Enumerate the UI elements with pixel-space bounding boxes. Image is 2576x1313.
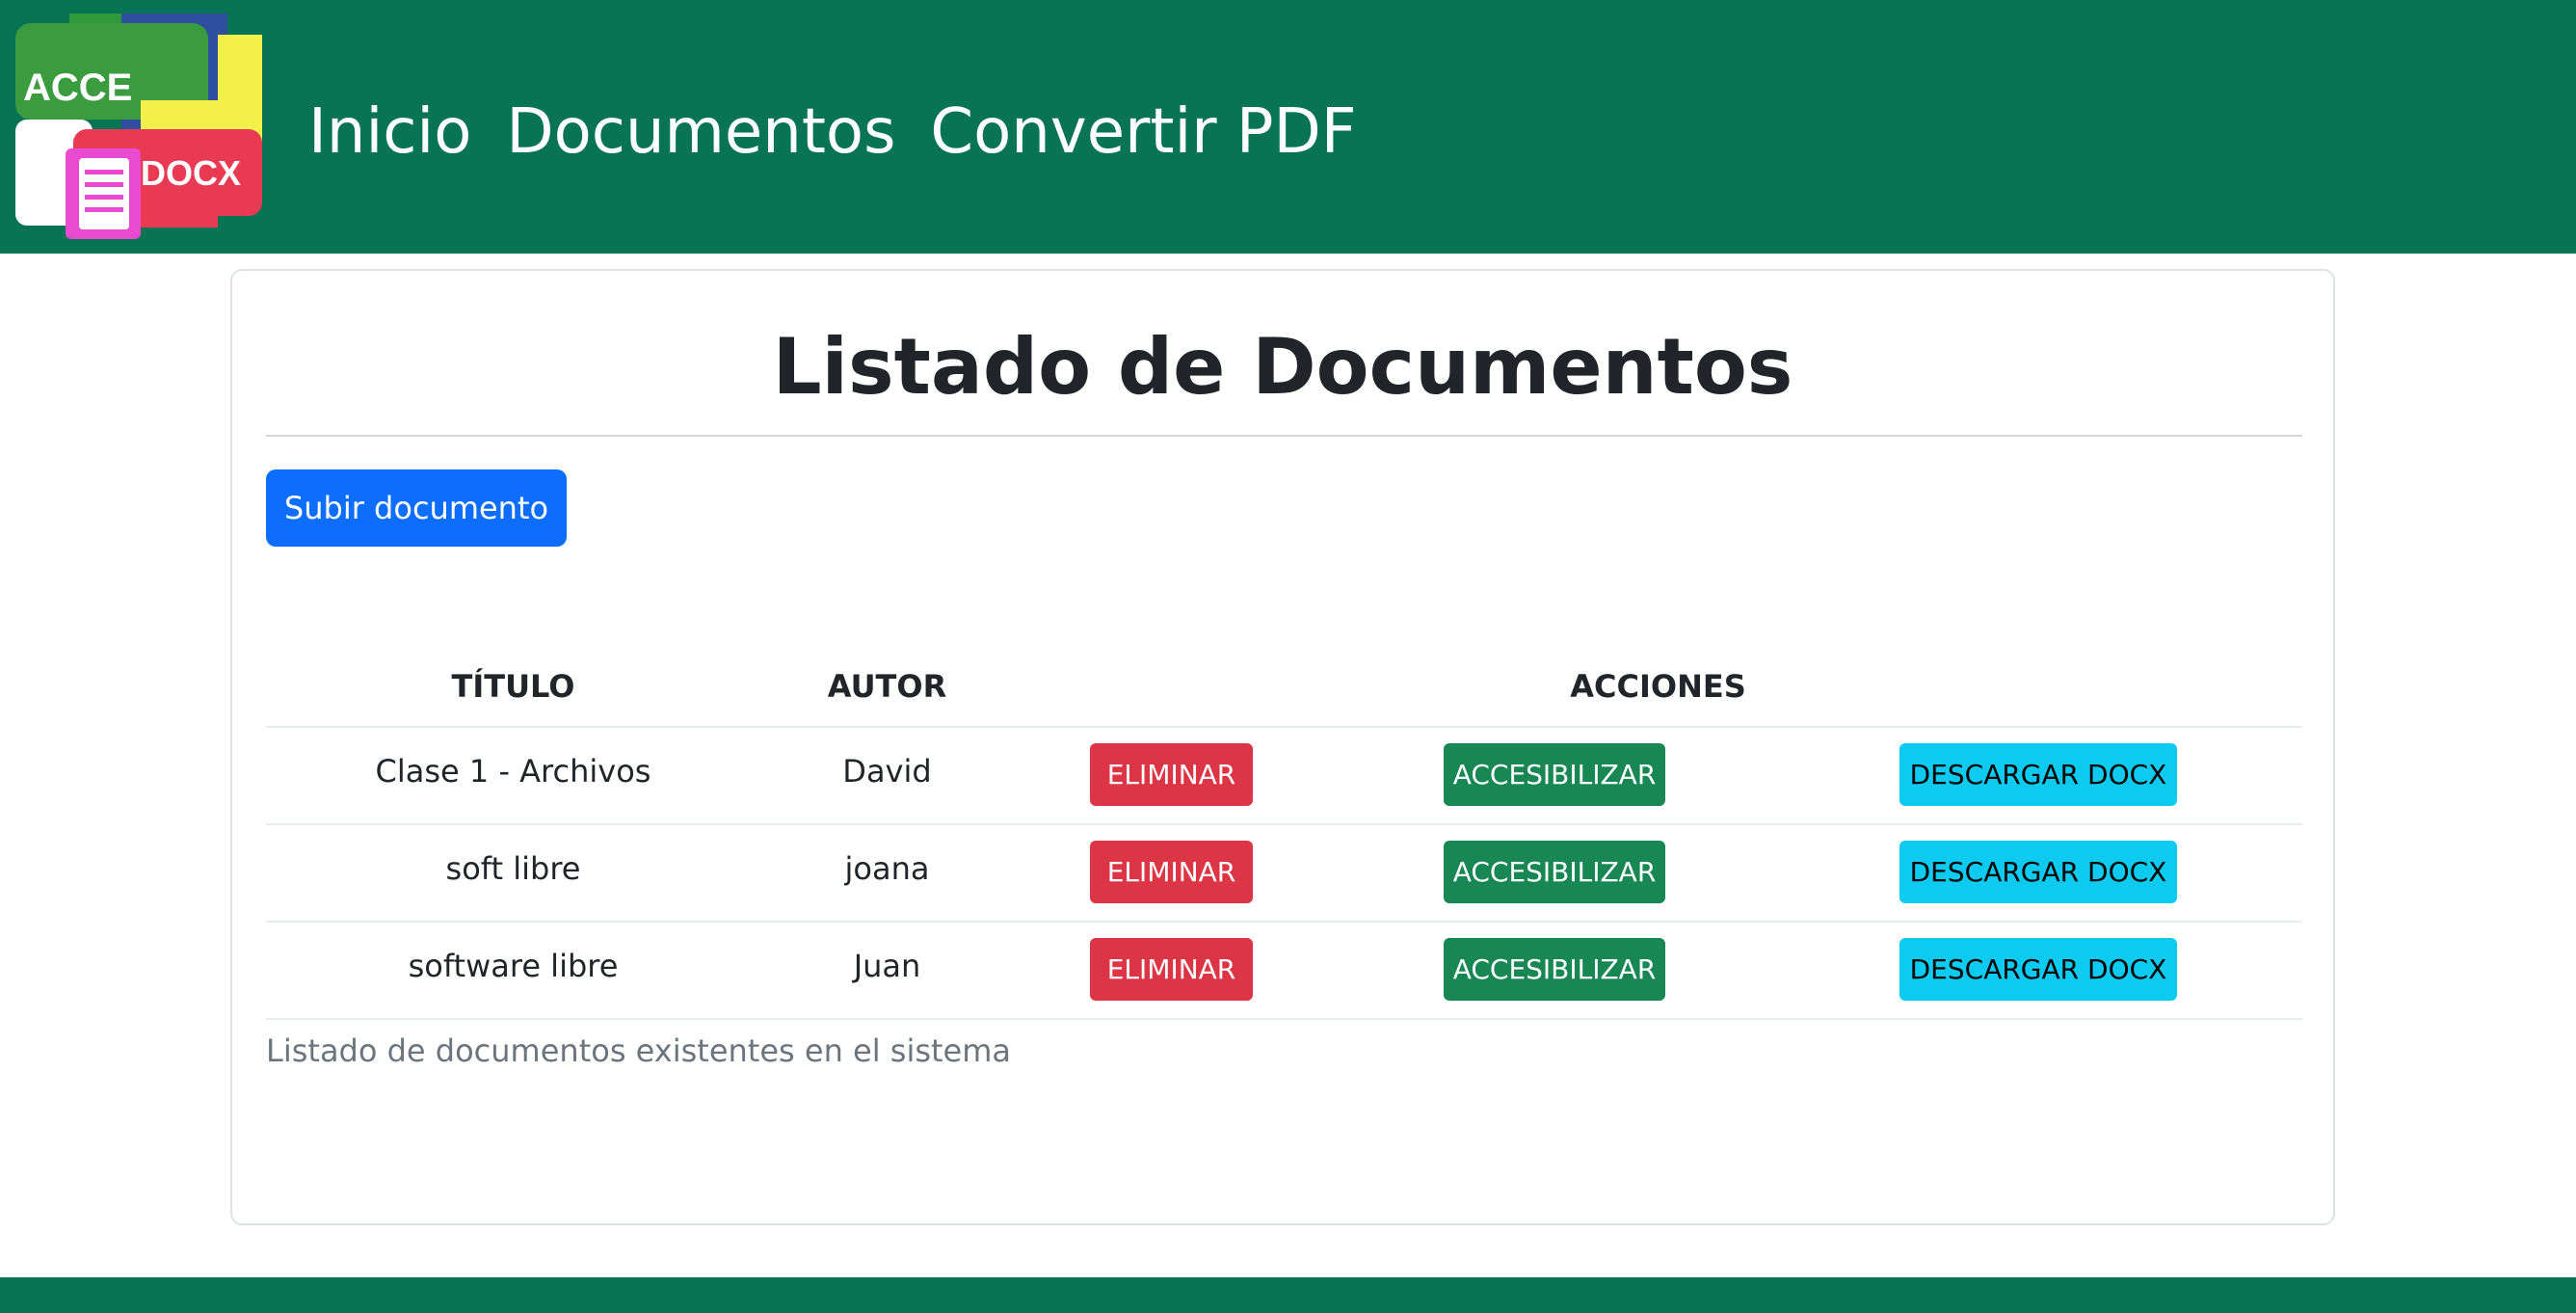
- upload-document-button[interactable]: Subir documento: [266, 469, 567, 547]
- cell-title: Clase 1 - Archivos: [375, 753, 651, 790]
- main-nav: Inicio Documentos Convertir PDF: [308, 89, 1392, 175]
- download-docx-button[interactable]: DESCARGAR DOCX: [1899, 938, 2177, 1001]
- accessibilize-button[interactable]: ACCESIBILIZAR: [1444, 938, 1665, 1001]
- column-header-title: TÍTULO: [451, 668, 575, 705]
- page-title: Listado de Documentos: [772, 322, 1793, 412]
- delete-button[interactable]: ELIMINAR: [1090, 743, 1253, 806]
- nav-link-convertir-pdf[interactable]: Convertir PDF: [930, 89, 1356, 175]
- delete-button[interactable]: ELIMINAR: [1090, 841, 1253, 903]
- logo-text-acce: ACCE: [23, 67, 132, 109]
- documents-table: TÍTULO AUTOR ACCIONES Clase 1 - Archivos…: [266, 647, 2302, 1020]
- cell-title: soft libre: [445, 850, 581, 887]
- cell-title: software libre: [408, 948, 619, 984]
- cell-author: Juan: [853, 948, 921, 984]
- nav-link-inicio[interactable]: Inicio: [308, 89, 471, 175]
- acce-docx-logo[interactable]: ACCE DOCX: [15, 13, 262, 239]
- table-header: TÍTULO AUTOR ACCIONES: [266, 647, 2302, 728]
- column-header-author: AUTOR: [827, 668, 947, 705]
- accessibilize-button[interactable]: ACCESIBILIZAR: [1444, 841, 1665, 903]
- table-row: software libre Juan ELIMINAR ACCESIBILIZ…: [266, 923, 2302, 1020]
- logo-text-docx: DOCX: [141, 153, 241, 193]
- delete-button[interactable]: ELIMINAR: [1090, 938, 1253, 1001]
- table-row: Clase 1 - Archivos David ELIMINAR ACCESI…: [266, 728, 2302, 825]
- footer-bar: [0, 1277, 2576, 1313]
- documents-card: Listado de Documentos Subir documento TÍ…: [230, 269, 2335, 1225]
- download-docx-button[interactable]: DESCARGAR DOCX: [1899, 841, 2177, 903]
- cell-author: David: [842, 753, 932, 790]
- top-navbar: ACCE DOCX Inicio Documentos Convertir PD…: [0, 0, 2576, 254]
- column-header-actions: ACCIONES: [1570, 668, 1746, 705]
- title-divider: [266, 435, 2302, 437]
- nav-link-documentos[interactable]: Documentos: [506, 89, 895, 175]
- table-row: soft libre joana ELIMINAR ACCESIBILIZAR …: [266, 825, 2302, 923]
- accessibilize-button[interactable]: ACCESIBILIZAR: [1444, 743, 1665, 806]
- table-caption: Listado de documentos existentes en el s…: [266, 1032, 1012, 1069]
- cell-author: joana: [844, 850, 930, 887]
- download-docx-button[interactable]: DESCARGAR DOCX: [1899, 743, 2177, 806]
